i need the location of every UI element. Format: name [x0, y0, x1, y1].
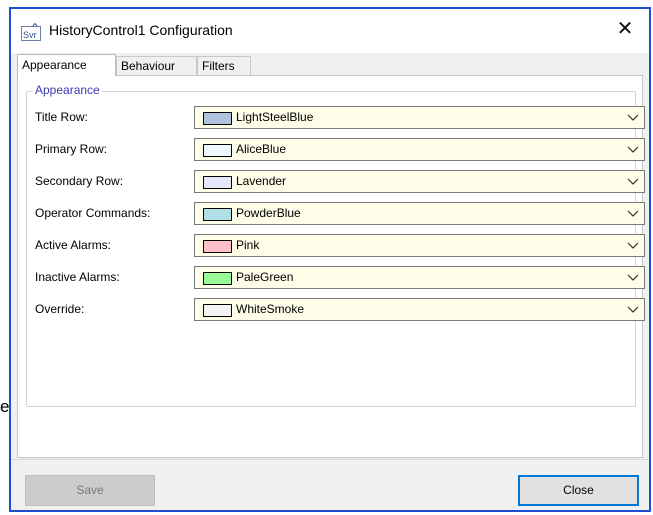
- active-alarms-label: Active Alarms:: [35, 238, 112, 252]
- tab-strip: Appearance Behaviour Filters: [17, 54, 643, 76]
- close-window-button[interactable]: ✕: [611, 15, 639, 43]
- appearance-tab-page: Appearance Title Row: LightSteelBlue Pri…: [17, 75, 645, 458]
- color-swatch: [203, 304, 232, 317]
- inactive-alarms-color-select[interactable]: PaleGreen: [194, 266, 645, 289]
- selected-color-name: PowderBlue: [236, 206, 301, 220]
- inactive-alarms-label: Inactive Alarms:: [35, 270, 120, 284]
- primary-row-label: Primary Row:: [35, 142, 108, 156]
- color-swatch: [203, 144, 232, 157]
- close-button[interactable]: Close: [518, 475, 639, 506]
- override-color-select[interactable]: WhiteSmoke: [194, 298, 645, 321]
- groupbox-legend: Appearance: [33, 83, 102, 97]
- svr-app-icon: Svr: [21, 22, 41, 41]
- color-swatch: [203, 176, 232, 189]
- operator-commands-color-select[interactable]: PowderBlue: [194, 202, 645, 225]
- chevron-down-icon[interactable]: [625, 269, 641, 286]
- secondary-row-label: Secondary Row:: [35, 174, 124, 188]
- active-alarms-color-select[interactable]: Pink: [194, 234, 645, 257]
- selected-color-name: PaleGreen: [236, 270, 294, 284]
- configuration-dialog: Svr HistoryControl1 Configuration ✕ Appe…: [9, 7, 651, 512]
- appearance-groupbox: Appearance Title Row: LightSteelBlue Pri…: [26, 83, 645, 407]
- chevron-down-icon[interactable]: [625, 173, 641, 190]
- footer-divider: [11, 459, 649, 460]
- color-swatch: [203, 240, 232, 253]
- selected-color-name: Pink: [236, 238, 260, 252]
- chevron-down-icon[interactable]: [625, 301, 641, 318]
- color-swatch: [203, 208, 232, 221]
- title-row-color-select[interactable]: LightSteelBlue: [194, 106, 645, 129]
- operator-commands-label: Operator Commands:: [35, 206, 151, 220]
- tab-filters[interactable]: Filters: [197, 56, 251, 75]
- title-row-label: Title Row:: [35, 110, 88, 124]
- selected-color-name: AliceBlue: [236, 142, 287, 156]
- window-title: HistoryControl1 Configuration: [49, 22, 233, 38]
- selected-color-name: WhiteSmoke: [236, 302, 305, 316]
- save-button[interactable]: Save: [25, 475, 155, 506]
- tab-appearance[interactable]: Appearance: [17, 54, 116, 76]
- selected-color-name: Lavender: [236, 174, 287, 188]
- title-bar: Svr HistoryControl1 Configuration ✕: [11, 9, 649, 53]
- chevron-down-icon[interactable]: [625, 237, 641, 254]
- chevron-down-icon[interactable]: [625, 141, 641, 158]
- override-label: Override:: [35, 302, 85, 316]
- primary-row-color-select[interactable]: AliceBlue: [194, 138, 645, 161]
- color-swatch: [203, 272, 232, 285]
- chevron-down-icon[interactable]: [625, 109, 641, 126]
- color-swatch: [203, 112, 232, 125]
- svg-text:Svr: Svr: [23, 30, 37, 40]
- chevron-down-icon[interactable]: [625, 205, 641, 222]
- selected-color-name: LightSteelBlue: [236, 110, 314, 124]
- secondary-row-color-select[interactable]: Lavender: [194, 170, 645, 193]
- tab-behaviour[interactable]: Behaviour: [116, 56, 197, 75]
- dialog-footer: Save Close: [11, 459, 649, 510]
